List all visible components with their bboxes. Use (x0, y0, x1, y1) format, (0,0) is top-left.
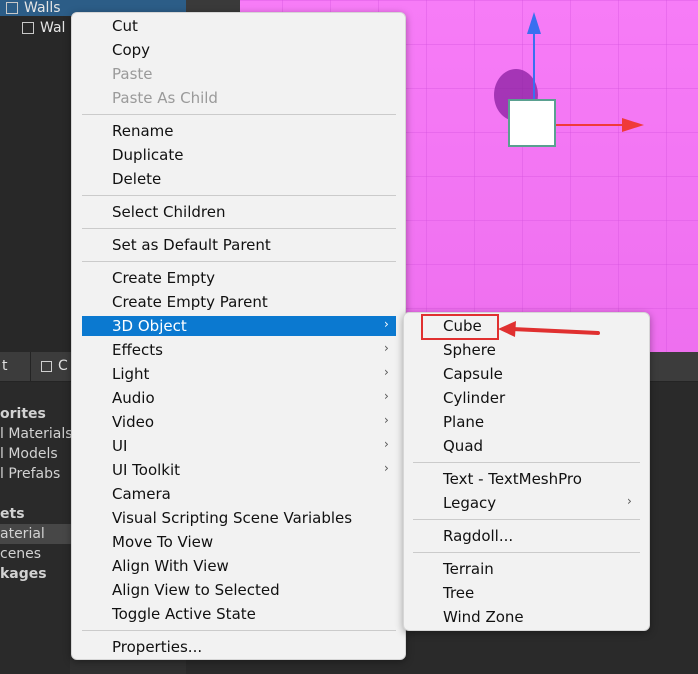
menu-item-video[interactable]: Video (112, 410, 154, 434)
cube-object[interactable] (508, 99, 556, 147)
submenu-item-quad[interactable]: Quad (443, 434, 483, 458)
chevron-right-icon: › (384, 341, 389, 355)
menu-item-light[interactable]: Light (112, 362, 149, 386)
menu-separator (82, 195, 396, 196)
project-item[interactable]: kages (0, 564, 47, 584)
submenu-item-terrain[interactable]: Terrain (443, 557, 494, 581)
menu-item-3d-object[interactable]: 3D Object (112, 314, 187, 338)
project-item[interactable]: cenes (0, 544, 41, 564)
submenu-separator (413, 552, 640, 553)
menu-separator (82, 228, 396, 229)
chevron-right-icon: › (384, 437, 389, 451)
project-item[interactable]: ets (0, 504, 25, 524)
project-item[interactable]: orites (0, 404, 46, 424)
chevron-right-icon: › (384, 389, 389, 403)
submenu-item-wind-zone[interactable]: Wind Zone (443, 605, 524, 629)
hierarchy-row-label: Wal (40, 20, 66, 36)
project-item[interactable]: l Materials (0, 424, 73, 444)
menu-item-delete[interactable]: Delete (112, 167, 161, 191)
menu-item-visual-scripting-scene-variables[interactable]: Visual Scripting Scene Variables (112, 506, 352, 530)
y-axis-arrow-icon[interactable] (527, 12, 541, 34)
menu-item-camera[interactable]: Camera (112, 482, 171, 506)
cube-icon (22, 22, 34, 34)
submenu-item-sphere[interactable]: Sphere (443, 338, 496, 362)
chevron-right-icon: › (384, 365, 389, 379)
console-icon (41, 361, 52, 372)
menu-separator (82, 630, 396, 631)
project-item[interactable]: l Models (0, 444, 58, 464)
submenu-separator (413, 519, 640, 520)
menu-item-ui[interactable]: UI (112, 434, 127, 458)
menu-item-move-to-view[interactable]: Move To View (112, 530, 213, 554)
chevron-right-icon: › (384, 317, 389, 331)
menu-item-duplicate[interactable]: Duplicate (112, 143, 183, 167)
annotation-highlight-box (421, 314, 499, 340)
menu-item-ui-toolkit[interactable]: UI Toolkit (112, 458, 180, 482)
menu-item-effects[interactable]: Effects (112, 338, 163, 362)
tab-project-fragment[interactable]: t (2, 358, 8, 374)
menu-item-toggle-active-state[interactable]: Toggle Active State (112, 602, 256, 626)
chevron-right-icon: › (627, 494, 632, 508)
annotation-arrow-icon (498, 321, 600, 337)
submenu-item-tree[interactable]: Tree (443, 581, 474, 605)
cube-icon (6, 2, 18, 14)
chevron-right-icon: › (384, 413, 389, 427)
menu-item-paste-as-child[interactable]: Paste As Child (112, 86, 218, 110)
menu-item-create-empty[interactable]: Create Empty (112, 266, 215, 290)
menu-item-cut[interactable]: Cut (112, 14, 138, 38)
menu-item-properties[interactable]: Properties... (112, 635, 202, 659)
submenu-item-cylinder[interactable]: Cylinder (443, 386, 505, 410)
project-item[interactable]: aterial (0, 524, 45, 544)
menu-item-align-view-to-selected[interactable]: Align View to Selected (112, 578, 280, 602)
menu-item-paste[interactable]: Paste (112, 62, 153, 86)
submenu-separator (413, 462, 640, 463)
submenu-item-text-textmeshpro[interactable]: Text - TextMeshPro (443, 467, 582, 491)
menu-item-select-children[interactable]: Select Children (112, 200, 225, 224)
chevron-right-icon: › (384, 461, 389, 475)
submenu-item-plane[interactable]: Plane (443, 410, 484, 434)
menu-item-copy[interactable]: Copy (112, 38, 150, 62)
menu-separator (82, 261, 396, 262)
tab-console-fragment[interactable]: C (58, 358, 68, 374)
menu-item-rename[interactable]: Rename (112, 119, 174, 143)
menu-item-create-empty-parent[interactable]: Create Empty Parent (112, 290, 268, 314)
tab-divider (30, 352, 31, 382)
menu-separator (82, 114, 396, 115)
hierarchy-row-label: Walls (24, 0, 61, 16)
submenu-item-legacy[interactable]: Legacy (443, 491, 496, 515)
submenu-item-capsule[interactable]: Capsule (443, 362, 503, 386)
menu-item-set-default-parent[interactable]: Set as Default Parent (112, 233, 271, 257)
menu-item-audio[interactable]: Audio (112, 386, 155, 410)
menu-item-align-with-view[interactable]: Align With View (112, 554, 229, 578)
project-item[interactable]: l Prefabs (0, 464, 60, 484)
x-axis-arrow-icon[interactable] (622, 118, 644, 132)
submenu-item-ragdoll[interactable]: Ragdoll... (443, 524, 513, 548)
